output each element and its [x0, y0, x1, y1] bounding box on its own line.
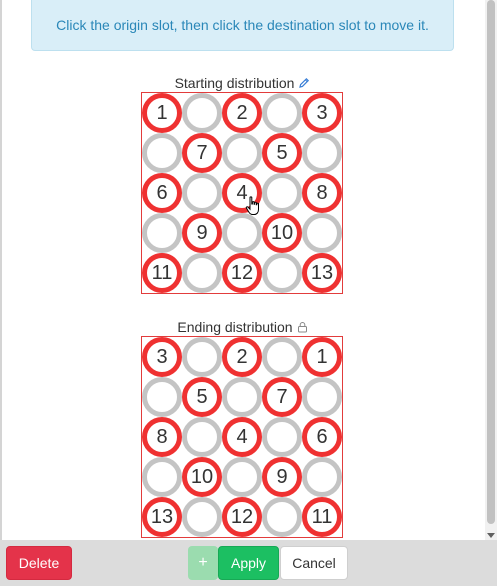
empty-slot[interactable]: [222, 377, 262, 417]
starting-caption: Starting distribution: [0, 75, 485, 92]
dialog-footer: Delete + Apply Cancel: [0, 540, 497, 586]
starting-caption-text: Starting distribution: [174, 75, 295, 91]
empty-slot[interactable]: [262, 497, 302, 537]
scrollbar-thumb[interactable]: [487, 0, 495, 524]
filled-slot[interactable]: 13: [142, 497, 182, 537]
empty-slot[interactable]: [182, 497, 222, 537]
empty-slot[interactable]: [262, 93, 302, 133]
filled-slot[interactable]: 5: [182, 377, 222, 417]
filled-slot[interactable]: 6: [302, 417, 342, 457]
filled-slot[interactable]: 12: [222, 497, 262, 537]
empty-slot[interactable]: [182, 253, 222, 293]
vertical-scrollbar[interactable]: [485, 0, 497, 540]
filled-slot[interactable]: 10: [182, 457, 222, 497]
filled-slot[interactable]: 3: [302, 93, 342, 133]
empty-slot[interactable]: [262, 417, 302, 457]
add-button[interactable]: +: [188, 546, 218, 580]
filled-slot[interactable]: 6: [142, 173, 182, 213]
empty-slot[interactable]: [182, 173, 222, 213]
empty-slot[interactable]: [182, 417, 222, 457]
lock-icon: [297, 320, 308, 336]
starting-board: 1 2 3 7 5 6 4 8 9 10 11 12 13: [141, 92, 343, 294]
hand-cursor-icon: [245, 196, 259, 215]
empty-slot[interactable]: [302, 377, 342, 417]
empty-slot[interactable]: [142, 377, 182, 417]
apply-button[interactable]: Apply: [218, 546, 279, 580]
empty-slot[interactable]: [142, 457, 182, 497]
delete-button[interactable]: Delete: [6, 546, 72, 580]
filled-slot[interactable]: 11: [302, 497, 342, 537]
filled-slot[interactable]: 9: [262, 457, 302, 497]
filled-slot[interactable]: 7: [182, 133, 222, 173]
empty-slot[interactable]: [182, 337, 222, 377]
filled-slot[interactable]: 8: [302, 173, 342, 213]
empty-slot[interactable]: [262, 173, 302, 213]
filled-slot[interactable]: 12: [222, 253, 262, 293]
empty-slot[interactable]: [302, 457, 342, 497]
filled-slot[interactable]: 4: [222, 417, 262, 457]
ending-caption-text: Ending distribution: [177, 319, 293, 335]
filled-slot[interactable]: 9: [182, 213, 222, 253]
filled-slot[interactable]: 10: [262, 213, 302, 253]
empty-slot[interactable]: [142, 213, 182, 253]
empty-slot[interactable]: [182, 93, 222, 133]
cancel-button[interactable]: Cancel: [280, 546, 348, 580]
pencil-icon[interactable]: [298, 76, 310, 92]
filled-slot[interactable]: 2: [222, 93, 262, 133]
filled-slot[interactable]: 1: [142, 93, 182, 133]
scroll-down-arrow-icon[interactable]: [487, 533, 495, 538]
filled-slot[interactable]: 7: [262, 377, 302, 417]
instruction-text: Click the origin slot, then click the de…: [56, 17, 429, 33]
filled-slot[interactable]: 5: [262, 133, 302, 173]
empty-slot[interactable]: [302, 133, 342, 173]
instruction-alert: Click the origin slot, then click the de…: [31, 0, 454, 51]
empty-slot[interactable]: [262, 253, 302, 293]
empty-slot[interactable]: [302, 213, 342, 253]
empty-slot[interactable]: [222, 133, 262, 173]
empty-slot[interactable]: [262, 337, 302, 377]
ending-board: 3 2 1 5 7 8 4 6 10 9 13 12 11: [141, 336, 343, 538]
empty-slot[interactable]: [142, 133, 182, 173]
filled-slot[interactable]: 11: [142, 253, 182, 293]
ending-caption: Ending distribution: [0, 319, 485, 336]
empty-slot[interactable]: [222, 457, 262, 497]
empty-slot[interactable]: [222, 213, 262, 253]
filled-slot[interactable]: 3: [142, 337, 182, 377]
filled-slot[interactable]: 2: [222, 337, 262, 377]
filled-slot[interactable]: 13: [302, 253, 342, 293]
filled-slot[interactable]: 8: [142, 417, 182, 457]
filled-slot[interactable]: 1: [302, 337, 342, 377]
